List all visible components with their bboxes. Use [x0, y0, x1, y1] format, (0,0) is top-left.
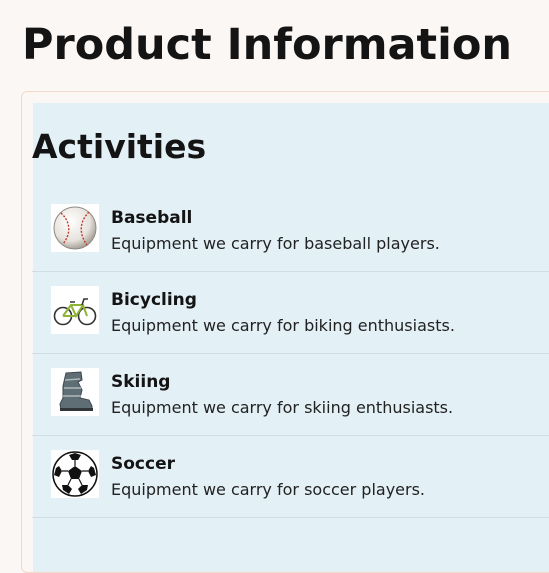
activity-name: Bicycling [111, 290, 197, 310]
activity-description: Equipment we carry for soccer players. [111, 480, 426, 499]
activity-list: Baseball Equipment we carry for baseball… [32, 190, 549, 518]
list-item-bicycling[interactable]: Bicycling Equipment we carry for biking … [32, 272, 549, 354]
activity-name: Skiing [111, 372, 171, 392]
list-item-skiing[interactable]: Skiing Equipment we carry for skiing ent… [32, 354, 549, 436]
activity-name: Soccer [111, 454, 175, 474]
ski-boot-icon [51, 368, 99, 416]
soccer-ball-icon [51, 450, 99, 498]
activity-description: Equipment we carry for biking enthusiast… [111, 316, 455, 335]
activity-name: Baseball [111, 208, 193, 228]
list-item-baseball[interactable]: Baseball Equipment we carry for baseball… [32, 190, 549, 272]
page-title: Product Information [22, 20, 513, 70]
activity-description: Equipment we carry for skiing enthusiast… [111, 398, 454, 417]
baseball-icon [51, 204, 99, 252]
activity-description: Equipment we carry for baseball players. [111, 234, 440, 253]
section-title: Activities [32, 127, 207, 166]
bicycle-icon [51, 286, 99, 334]
list-item-soccer[interactable]: Soccer Equipment we carry for soccer pla… [32, 436, 549, 518]
